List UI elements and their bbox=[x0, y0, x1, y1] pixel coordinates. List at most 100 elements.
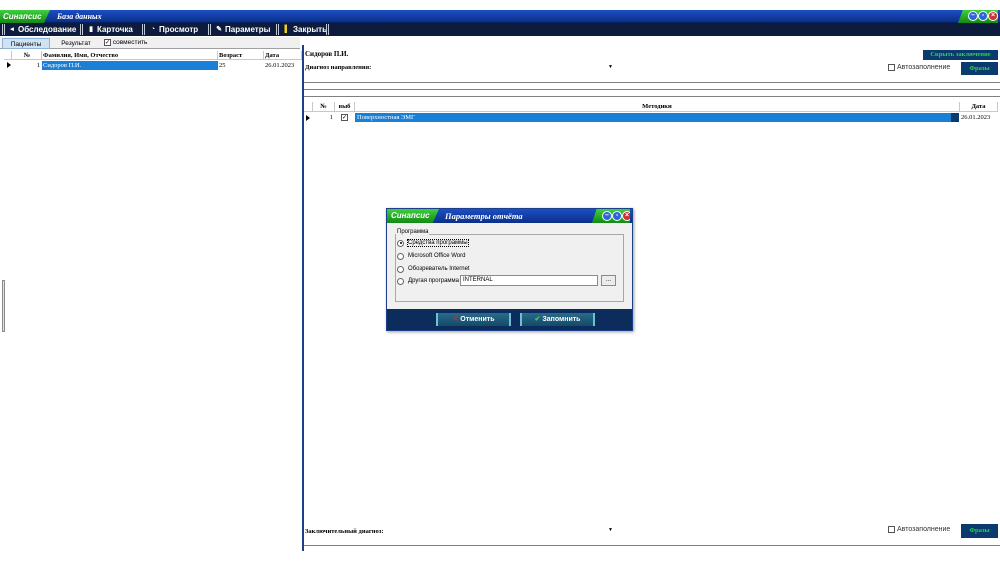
referral-dropdown-arrow-icon[interactable]: ▼ bbox=[608, 64, 613, 70]
methods-col-select[interactable]: выб bbox=[335, 102, 355, 112]
methods-col-num[interactable]: № bbox=[313, 102, 335, 112]
methods-row-marker bbox=[951, 113, 959, 122]
table-row-age[interactable]: 25 bbox=[218, 61, 264, 70]
dialog-title-bar[interactable]: Синапсис Параметры отчёта – ▫ × bbox=[387, 209, 632, 223]
methods-col-date[interactable]: Дата bbox=[960, 102, 998, 112]
radio-program-tools[interactable] bbox=[397, 239, 404, 247]
toolbar-separator bbox=[80, 24, 83, 35]
toolbar-separator bbox=[208, 24, 211, 35]
option-other-program[interactable]: Другая программа bbox=[397, 276, 459, 286]
app-window: Синапсис База данных – ▫ × ◂ Обследовани… bbox=[0, 0, 1000, 563]
title-bar: Синапсис База данных – ▫ × bbox=[0, 10, 1000, 23]
methods-row-num[interactable]: 1 bbox=[313, 113, 335, 122]
table-row-name[interactable]: Сидоров П.И. bbox=[42, 61, 218, 70]
minimize-icon[interactable]: – bbox=[968, 11, 978, 21]
card-label: Карточка bbox=[97, 25, 133, 34]
combine-checkbox-row[interactable]: ✓ совместить bbox=[104, 39, 147, 47]
tab-patients[interactable]: Пациенты bbox=[2, 38, 50, 49]
methods-select-checkbox[interactable]: ✓ bbox=[341, 114, 348, 122]
col-date-header[interactable]: Дата bbox=[264, 51, 302, 60]
left-scrollbar[interactable] bbox=[2, 280, 5, 332]
col-name-header[interactable]: Фамилия, Имя, Отчество bbox=[42, 51, 218, 60]
view-button[interactable]: ◔ Просмотр bbox=[149, 23, 198, 36]
dialog-minimize-icon[interactable]: – bbox=[602, 211, 612, 221]
methods-row-date[interactable]: 26.01.2023 bbox=[961, 113, 999, 122]
patients-table: № Фамилия, Имя, Отчество Возраст Дата 1 … bbox=[4, 51, 302, 551]
browse-button[interactable]: ... bbox=[601, 275, 616, 286]
autofill-bottom-checkbox[interactable] bbox=[888, 526, 895, 533]
settings-button[interactable]: ✎ Параметры bbox=[215, 23, 270, 36]
maximize-icon[interactable]: ▫ bbox=[978, 11, 988, 21]
tab-result[interactable]: Результат bbox=[56, 38, 96, 49]
settings-label: Параметры bbox=[225, 25, 271, 34]
card-button[interactable]: ▮ Карточка bbox=[87, 23, 133, 36]
option-label: Средства программы bbox=[407, 239, 469, 247]
autofill-bottom[interactable]: Автозаполнение bbox=[888, 526, 950, 533]
phrases-bottom-button[interactable]: Фразы bbox=[961, 524, 998, 538]
radio-ms-word[interactable] bbox=[397, 252, 404, 260]
card-icon: ▮ bbox=[89, 25, 93, 33]
option-internet-browser[interactable]: Обозреватель Internet bbox=[397, 264, 470, 274]
settings-icon: ✎ bbox=[216, 25, 222, 33]
methods-row-name[interactable]: Поверхностная ЭМГ bbox=[355, 113, 951, 122]
patient-name: Сидоров П.И. bbox=[305, 50, 349, 58]
dialog-footer: ✕ Отменить ✔ Запомнить bbox=[387, 309, 632, 330]
col-age-header[interactable]: Возраст bbox=[218, 51, 264, 60]
dialog-brand-logo: Синапсис bbox=[387, 209, 439, 223]
main-toolbar: ◂ Обследование ▮ Карточка ◔ Просмотр ✎ П… bbox=[0, 23, 1000, 36]
view-label: Просмотр bbox=[159, 25, 199, 34]
autofill-top[interactable]: Автозаполнение bbox=[888, 64, 950, 71]
window-controls: – ▫ × bbox=[958, 10, 998, 23]
phrases-top-button[interactable]: Фразы bbox=[961, 62, 998, 75]
cancel-label: Отменить bbox=[460, 316, 495, 323]
divider bbox=[304, 89, 1000, 90]
autofill-bottom-label: Автозаполнение bbox=[897, 526, 951, 533]
view-icon: ◔ bbox=[150, 25, 156, 33]
toolbar-separator bbox=[326, 24, 329, 35]
toolbar-separator bbox=[276, 24, 279, 35]
option-ms-word[interactable]: Microsoft Office Word bbox=[397, 251, 465, 261]
combine-label: совместить bbox=[112, 39, 148, 47]
report-settings-dialog: Синапсис Параметры отчёта – ▫ × Программ… bbox=[386, 208, 633, 331]
save-label: Запомнить bbox=[542, 316, 581, 323]
close-icon[interactable]: × bbox=[988, 11, 998, 21]
exam-icon: ◂ bbox=[10, 25, 14, 33]
option-program-tools[interactable]: Средства программы bbox=[397, 238, 469, 248]
panel-splitter[interactable] bbox=[302, 45, 304, 551]
combine-checkbox[interactable]: ✓ bbox=[104, 39, 111, 46]
table-row-date[interactable]: 26.01.2023 bbox=[264, 61, 302, 70]
close-button[interactable]: ▌ Закрыть bbox=[283, 23, 328, 36]
radio-internet-browser[interactable] bbox=[397, 265, 404, 273]
option-label: Microsoft Office Word bbox=[408, 253, 466, 259]
divider bbox=[304, 82, 1000, 83]
exam-button[interactable]: ◂ Обследование bbox=[8, 23, 76, 36]
brand-logo: Синапсис bbox=[0, 10, 50, 23]
divider bbox=[304, 96, 1000, 97]
final-dropdown-arrow-icon[interactable]: ▼ bbox=[608, 527, 613, 533]
final-diagnosis-label: Заключительный диагноз: bbox=[305, 528, 384, 535]
other-program-input[interactable]: INTERNAL bbox=[460, 275, 598, 286]
dialog-maximize-icon[interactable]: ▫ bbox=[612, 211, 622, 221]
dialog-close-icon[interactable]: × bbox=[622, 211, 630, 221]
left-tabs: Пациенты Результат ✓ совместить bbox=[0, 37, 300, 49]
close-label: Закрыть bbox=[293, 25, 328, 34]
toolbar-separator bbox=[2, 24, 5, 35]
program-group-label: Программа bbox=[396, 229, 430, 235]
cancel-button[interactable]: ✕ Отменить bbox=[436, 313, 511, 326]
col-num-header[interactable]: № bbox=[12, 51, 42, 60]
dialog-title: Параметры отчёта bbox=[445, 211, 523, 221]
methods-row-checkbox[interactable]: ✓ bbox=[341, 113, 351, 122]
current-row-marker bbox=[7, 62, 11, 68]
autofill-top-checkbox[interactable] bbox=[888, 64, 895, 71]
exam-label: Обследование bbox=[18, 25, 77, 34]
table-row-num[interactable]: 1 bbox=[12, 61, 42, 70]
radio-other-program[interactable] bbox=[397, 277, 404, 285]
option-label: Другая программа bbox=[408, 278, 460, 284]
hide-conclusion-button[interactable]: Скрыть заключение bbox=[923, 50, 998, 60]
save-button[interactable]: ✔ Запомнить bbox=[520, 313, 595, 326]
methods-col-name[interactable]: Методики bbox=[355, 102, 960, 112]
methods-current-row-marker bbox=[306, 115, 310, 121]
window-title: База данных bbox=[57, 12, 102, 21]
close-door-icon: ▌ bbox=[284, 25, 290, 33]
referral-diagnosis-label: Диагноз направления: bbox=[305, 64, 372, 71]
